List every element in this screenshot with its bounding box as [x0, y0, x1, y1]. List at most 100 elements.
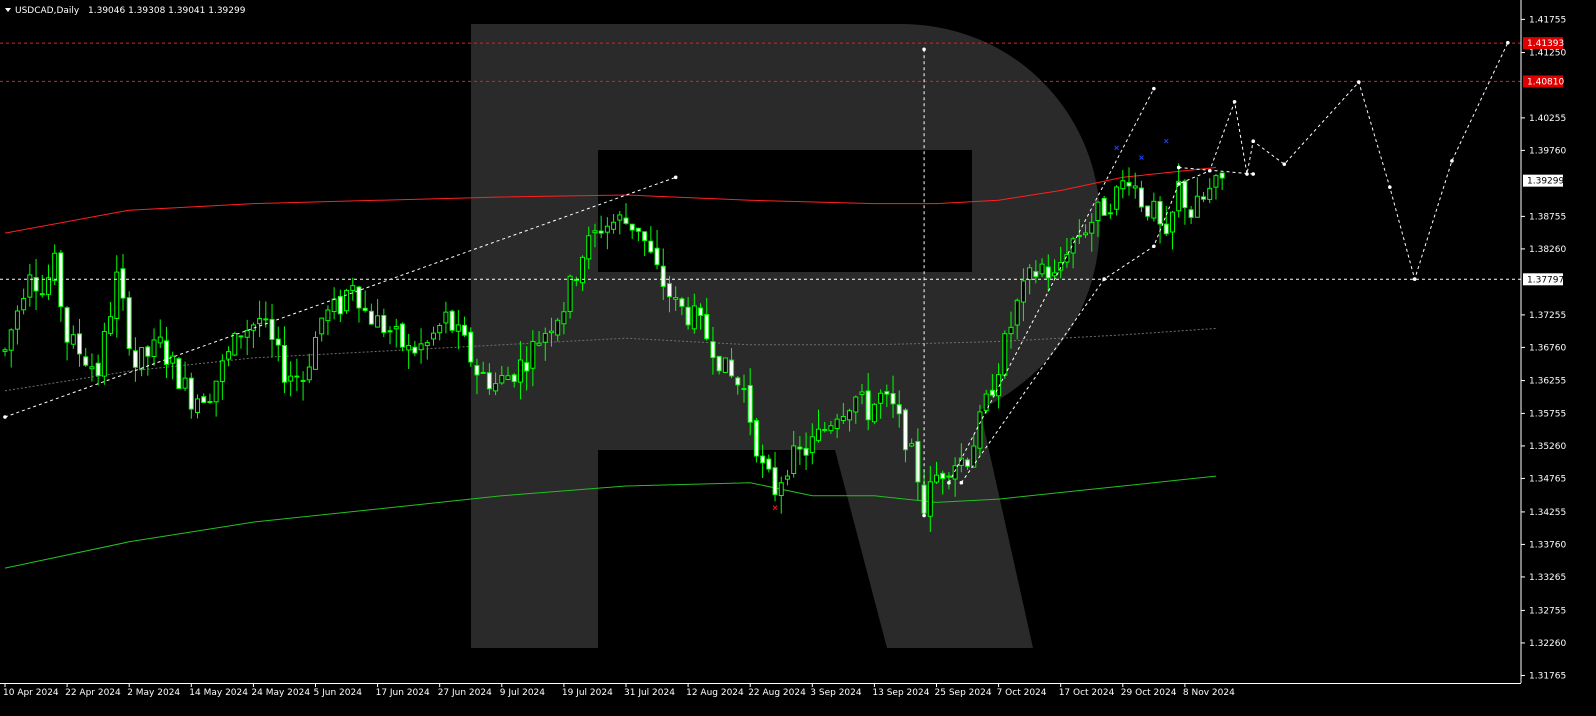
- price-tick-label: 1.33265: [1529, 573, 1566, 583]
- price-tick-label: 1.33760: [1529, 540, 1566, 550]
- projection-arrow-icon: [1356, 80, 1361, 84]
- time-tick-label: 31 Jul 2024: [624, 688, 675, 698]
- candle-body-up: [1002, 333, 1008, 376]
- time-tick-label: 3 Sep 2024: [810, 688, 862, 698]
- candle-body-up: [1039, 263, 1045, 275]
- candle-body-down: [524, 362, 530, 372]
- candle-body-down: [747, 385, 753, 423]
- candle-body-down: [294, 375, 300, 378]
- projection-arrow-icon: [3, 415, 7, 419]
- candle-body-up: [617, 214, 623, 221]
- candle: [722, 357, 728, 373]
- projection-arrow-icon: [1102, 277, 1106, 281]
- candle-body-up: [424, 342, 430, 347]
- candle-body-up: [437, 325, 443, 334]
- candle-body-up: [834, 418, 840, 430]
- candle-body-up: [1176, 180, 1182, 212]
- candle-body-up: [219, 360, 225, 383]
- candle-body-down: [1188, 209, 1194, 218]
- candle-body-up: [344, 289, 350, 312]
- projection-arrow-icon: [1152, 244, 1156, 249]
- price-tick-label: 1.32260: [1529, 639, 1566, 649]
- candle-body-up: [691, 305, 697, 330]
- candle-body-down: [660, 265, 666, 287]
- candle-body-up: [871, 403, 877, 423]
- candle-body-up: [1051, 272, 1057, 277]
- candle-body-up: [1132, 185, 1138, 189]
- candle-body-down: [654, 247, 660, 266]
- candle-body-down: [666, 283, 672, 298]
- candle-body-down: [356, 286, 362, 309]
- candle-body-down: [1145, 205, 1151, 217]
- candle-body-down: [1163, 223, 1169, 235]
- projection-arrow-icon: [1506, 40, 1510, 45]
- candle-body-up: [480, 371, 486, 374]
- candle-body-down: [915, 440, 921, 483]
- candle-body-down: [753, 420, 759, 457]
- candle-body-up: [244, 329, 250, 338]
- time-tick-label: 29 Oct 2024: [1121, 688, 1177, 698]
- time-tick-label: 17 Jun 2024: [376, 688, 430, 698]
- projection-arrow-icon: [1282, 162, 1287, 166]
- candle-body-down: [163, 340, 169, 365]
- candle-body-down: [188, 377, 194, 410]
- candle-body-up: [816, 428, 822, 441]
- candle-body-up: [1194, 195, 1200, 218]
- projection-arrow-icon: [1176, 165, 1181, 170]
- time-tick-label: 8 Nov 2024: [1183, 688, 1235, 698]
- candle-body-up: [952, 465, 958, 480]
- candle: [399, 322, 405, 352]
- candle-body-up: [673, 297, 679, 300]
- price-chart[interactable]: 1.413931.408101.377971.39299 1.417551.41…: [0, 0, 1596, 716]
- candle-body-down: [399, 323, 405, 348]
- candle-body-up: [548, 330, 554, 334]
- candle-body-down: [623, 217, 629, 224]
- candle-body-down: [766, 458, 772, 470]
- projection-arrow-icon: [673, 175, 678, 180]
- time-tick-label: 7 Oct 2024: [997, 688, 1047, 698]
- candle-body-down: [1033, 271, 1039, 278]
- candle: [567, 274, 573, 319]
- candle-body-down: [275, 338, 281, 346]
- projection-arrow-icon: [1232, 99, 1237, 104]
- price-tick-label: 1.39760: [1529, 146, 1566, 156]
- candle-body-down: [120, 268, 126, 299]
- candle-body-up: [350, 285, 356, 292]
- candle-body-up: [325, 309, 331, 322]
- candle-body-down: [145, 346, 151, 357]
- candle-body-up: [1089, 221, 1095, 234]
- candle-body-down: [462, 324, 468, 336]
- candle-body-up: [536, 342, 542, 346]
- time-tick-label: 13 Sep 2024: [872, 688, 929, 698]
- candle-body-down: [698, 307, 704, 316]
- price-tick-label: 1.41250: [1529, 49, 1566, 59]
- candle-body-up: [505, 375, 511, 381]
- time-tick-label: 22 Aug 2024: [748, 688, 806, 698]
- candle-body-up: [2, 349, 8, 352]
- candle-body-down: [741, 388, 747, 391]
- candle-body-down: [468, 331, 474, 363]
- candle-body-down: [337, 295, 343, 315]
- candle-body-up: [778, 482, 784, 497]
- candle-body-down: [704, 313, 710, 340]
- candle-body-down: [1219, 172, 1225, 179]
- candle: [468, 327, 474, 367]
- candle-body-down: [679, 298, 685, 307]
- candle-body-up: [977, 411, 983, 449]
- chart-window[interactable]: 1.41393 1.40810 1.37797 1.39299 1.41755 1.41…: [0, 0, 1596, 716]
- candle-body-down: [1101, 197, 1107, 216]
- candle-body-up: [306, 366, 312, 381]
- candle-body-down: [822, 428, 828, 431]
- candle-body-down: [902, 409, 908, 451]
- candle-body-down: [1126, 181, 1132, 187]
- projection-arrow-icon: [1245, 172, 1249, 176]
- candle: [871, 403, 877, 425]
- candle-body-up: [946, 475, 952, 478]
- candle-body-down: [1138, 187, 1144, 208]
- candle: [126, 291, 132, 356]
- candle-body-up: [1169, 211, 1175, 233]
- time-tick-label: 27 Jun 2024: [438, 688, 492, 698]
- candle-body-up: [8, 329, 14, 351]
- candle-body-up: [89, 366, 95, 370]
- candle-body-up: [828, 425, 834, 432]
